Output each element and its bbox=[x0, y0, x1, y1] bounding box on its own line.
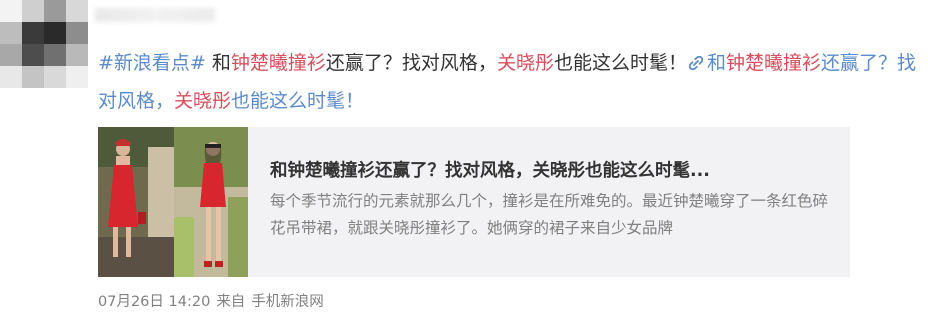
link-icon bbox=[688, 56, 704, 70]
link-keyword[interactable]: 撞衫 bbox=[783, 52, 821, 74]
thumbnail-image bbox=[98, 127, 248, 277]
article-description: 每个季节流行的元素就那么几个，撞衫是在所难免的。最近钟楚曦穿了一条红色碎花吊带裙… bbox=[270, 192, 829, 237]
username-blurred[interactable] bbox=[95, 8, 215, 22]
article-card[interactable]: 和钟楚曦撞衫还赢了？找对风格，关晓彤也能这么时髦... 每个季节流行的元素就那么… bbox=[98, 127, 850, 277]
post-text-part: 还赢了？找对风格， bbox=[325, 52, 497, 74]
hashtag-link[interactable]: #新浪看点# bbox=[98, 52, 206, 74]
post-source[interactable]: 手机新浪网 bbox=[251, 294, 324, 310]
post-text-part: 和 bbox=[205, 52, 231, 74]
post-meta: 07月26日 14:20 来自 手机新浪网 bbox=[98, 290, 330, 311]
article-thumbnail[interactable] bbox=[98, 127, 248, 277]
keyword-link[interactable]: 钟楚曦 bbox=[231, 52, 288, 74]
keyword-link[interactable]: 关晓彤 bbox=[497, 52, 554, 74]
post-text-part: 也能这么时髦！ bbox=[553, 52, 687, 74]
keyword-link[interactable]: 撞衫 bbox=[288, 52, 326, 74]
link-text-part[interactable]: 也能这么时髦！ bbox=[231, 90, 364, 112]
article-title[interactable]: 和钟楚曦撞衫还赢了？找对风格，关晓彤也能这么时髦... bbox=[270, 157, 840, 182]
from-label: 来自 bbox=[216, 294, 246, 310]
link-keyword[interactable]: 关晓彤 bbox=[174, 90, 231, 112]
post-text: #新浪看点# 和钟楚曦撞衫还赢了？找对风格，关晓彤也能这么时髦！ 和钟楚曦撞衫还赢… bbox=[98, 44, 930, 120]
link-text-part[interactable]: 和 bbox=[707, 52, 726, 74]
link-keyword[interactable]: 钟楚曦 bbox=[726, 52, 783, 74]
post-timestamp[interactable]: 07月26日 14:20 bbox=[98, 294, 210, 310]
avatar[interactable] bbox=[0, 0, 88, 88]
